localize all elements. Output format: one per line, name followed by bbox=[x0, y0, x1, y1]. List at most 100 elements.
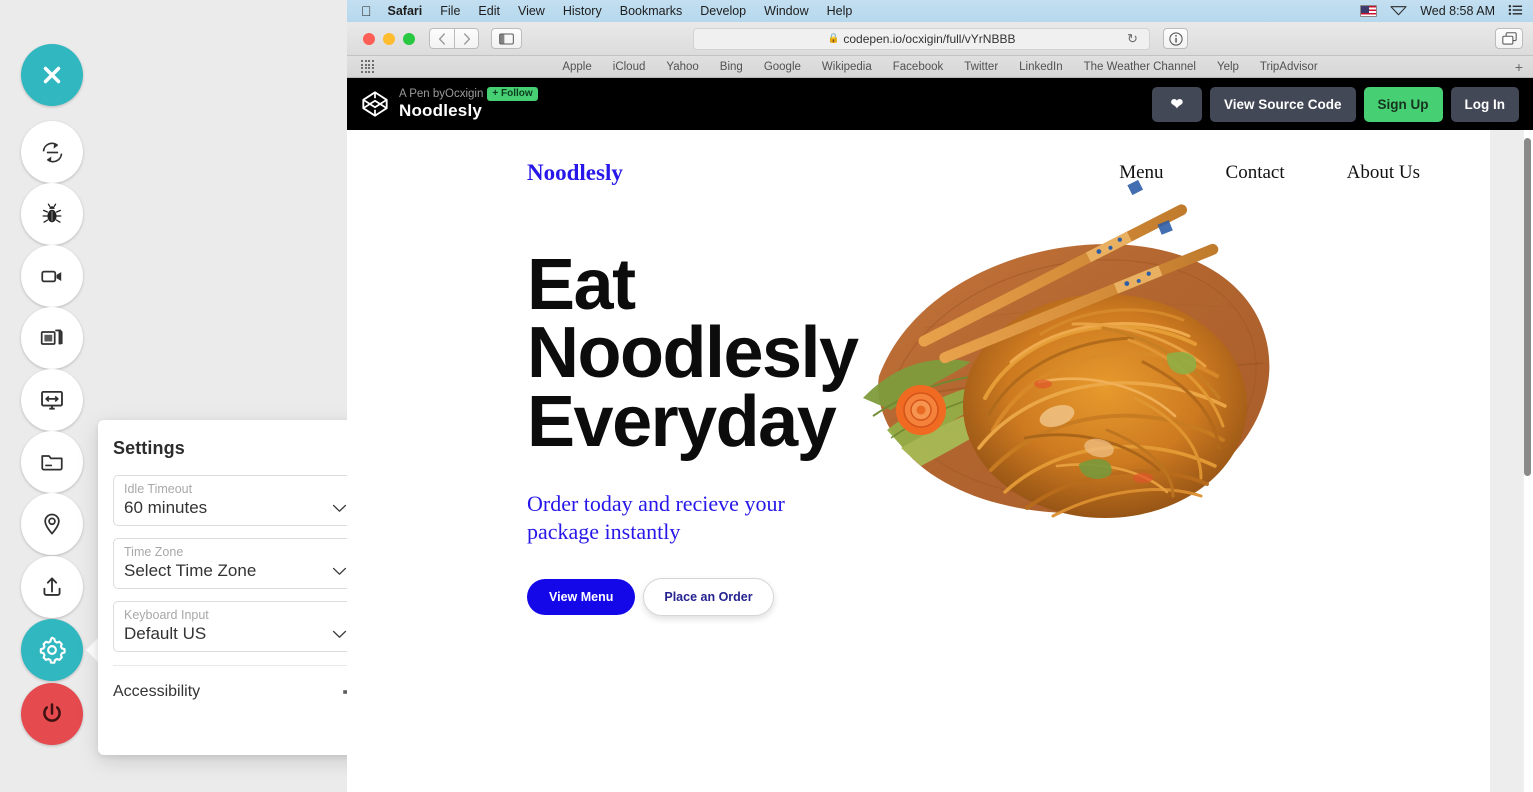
page-scrollbar-thumb[interactable] bbox=[1524, 138, 1531, 476]
bookmark-google[interactable]: Google bbox=[764, 61, 801, 73]
log-in-button[interactable]: Log In bbox=[1450, 86, 1519, 122]
copy-images-icon bbox=[40, 329, 63, 345]
bookmark-facebook[interactable]: Facebook bbox=[893, 61, 944, 73]
reload-icon[interactable]: ↻ bbox=[1127, 31, 1138, 47]
upload-icon bbox=[43, 577, 61, 596]
macos-menu-bar:  Safari File Edit View History Bookmark… bbox=[347, 0, 1533, 22]
minimize-window-button[interactable] bbox=[383, 32, 395, 45]
restart-button[interactable] bbox=[21, 121, 83, 183]
idle-timeout-select[interactable]: Idle Timeout 60 minutes bbox=[113, 475, 359, 526]
bookmark-weather-channel[interactable]: The Weather Channel bbox=[1084, 61, 1196, 73]
time-zone-label: Time Zone bbox=[124, 545, 184, 559]
apps-grid-icon[interactable] bbox=[361, 60, 374, 73]
resolution-button[interactable] bbox=[21, 369, 83, 431]
menu-window[interactable]: Window bbox=[764, 4, 808, 18]
page-info-button[interactable] bbox=[1163, 28, 1188, 49]
safari-window:  Safari File Edit View History Bookmark… bbox=[347, 0, 1533, 792]
bookmark-links: Apple iCloud Yahoo Bing Google Wikipedia… bbox=[562, 61, 1317, 73]
bookmark-yelp[interactable]: Yelp bbox=[1217, 61, 1239, 73]
bookmark-apple[interactable]: Apple bbox=[562, 61, 591, 73]
hero-subheadline: Order today and recieve your package ins… bbox=[527, 491, 785, 545]
place-an-order-button[interactable]: Place an Order bbox=[643, 578, 774, 617]
window-controls bbox=[363, 32, 415, 45]
keyboard-input-value: Default US bbox=[124, 624, 207, 643]
page-scrollbar-track[interactable] bbox=[1523, 130, 1533, 792]
screenshot-button[interactable] bbox=[21, 307, 83, 369]
tab-overview-icon bbox=[1501, 32, 1517, 45]
site-brand[interactable]: Noodlesly bbox=[527, 160, 623, 186]
show-sidebar-button[interactable] bbox=[491, 28, 522, 49]
headline-line-3: Everyday bbox=[527, 381, 837, 462]
time-zone-value: Select Time Zone bbox=[124, 561, 257, 580]
view-source-code-button[interactable]: View Source Code bbox=[1209, 86, 1356, 122]
lock-icon: 🔒 bbox=[827, 33, 840, 44]
keyboard-input-select[interactable]: Keyboard Input Default US bbox=[113, 601, 359, 652]
location-button[interactable] bbox=[21, 493, 83, 555]
chevron-right-icon bbox=[463, 32, 470, 45]
bookmark-yahoo[interactable]: Yahoo bbox=[666, 61, 698, 73]
hero-copy: Eat Noodlesly Everyday Order today and r… bbox=[527, 226, 859, 617]
hero-headline: Eat Noodlesly Everyday bbox=[527, 249, 859, 462]
forward-button[interactable] bbox=[454, 28, 479, 49]
hero-food-image bbox=[843, 148, 1313, 568]
view-menu-button[interactable]: View Menu bbox=[527, 579, 636, 616]
keyboard-input-label: Keyboard Input bbox=[124, 608, 209, 622]
menu-file[interactable]: File bbox=[440, 4, 460, 18]
gear-icon bbox=[39, 636, 66, 664]
monitor-resize-icon bbox=[41, 390, 63, 410]
accessibility-row[interactable]: Accessibility bbox=[113, 666, 359, 701]
bug-icon bbox=[42, 203, 62, 223]
follow-button[interactable]: + Follow bbox=[487, 86, 538, 102]
bookmark-twitter[interactable]: Twitter bbox=[964, 61, 998, 73]
power-button[interactable] bbox=[21, 683, 83, 745]
control-center-icon[interactable] bbox=[1508, 4, 1523, 19]
codepen-logo-icon[interactable] bbox=[361, 90, 389, 118]
bookmark-icloud[interactable]: iCloud bbox=[613, 61, 646, 73]
chevron-left-icon bbox=[438, 32, 445, 45]
menu-safari[interactable]: Safari bbox=[388, 4, 423, 18]
menu-bar-clock[interactable]: Wed 8:58 AM bbox=[1420, 4, 1495, 18]
apple-logo-icon[interactable]:  bbox=[361, 4, 372, 18]
codepen-author-line: A Pen byOcxigin + Follow bbox=[399, 86, 538, 102]
headline-line-2: Noodlesly bbox=[527, 313, 859, 394]
menu-history[interactable]: History bbox=[563, 4, 602, 18]
menu-bookmarks[interactable]: Bookmarks bbox=[620, 4, 683, 18]
zoom-window-button[interactable] bbox=[403, 32, 415, 45]
files-button[interactable] bbox=[21, 431, 83, 493]
bookmark-linkedin[interactable]: LinkedIn bbox=[1019, 61, 1062, 73]
settings-title: Settings bbox=[113, 438, 185, 458]
close-session-button[interactable] bbox=[21, 44, 83, 106]
record-button[interactable] bbox=[21, 245, 83, 307]
chevron-down-icon bbox=[332, 630, 347, 639]
nav-link-about-us[interactable]: About Us bbox=[1347, 162, 1420, 184]
upload-button[interactable] bbox=[21, 556, 83, 618]
settings-panel: Settings Idle Timeout 60 minutes Time Zo… bbox=[98, 420, 374, 755]
menu-view[interactable]: View bbox=[518, 4, 545, 18]
bookmark-bing[interactable]: Bing bbox=[720, 61, 743, 73]
sidebar-icon bbox=[499, 33, 514, 44]
bookmark-wikipedia[interactable]: Wikipedia bbox=[822, 61, 872, 73]
browser-toolbar: 🔒 codepen.io/ocxigin/full/vYrNBBB ↻ bbox=[347, 22, 1533, 56]
tab-overview-button[interactable] bbox=[1495, 28, 1523, 49]
url-text: codepen.io/ocxigin/full/vYrNBBB bbox=[843, 31, 1016, 46]
menu-edit[interactable]: Edit bbox=[478, 4, 500, 18]
back-button[interactable] bbox=[429, 28, 454, 49]
close-window-button[interactable] bbox=[363, 32, 375, 45]
chevron-down-icon bbox=[332, 504, 347, 513]
wifi-icon[interactable] bbox=[1390, 4, 1407, 19]
accessibility-label: Accessibility bbox=[113, 683, 201, 700]
us-flag-icon[interactable] bbox=[1360, 5, 1378, 17]
sign-up-button[interactable]: Sign Up bbox=[1363, 86, 1443, 122]
menu-help[interactable]: Help bbox=[827, 4, 853, 18]
new-tab-button[interactable]: + bbox=[1515, 59, 1523, 75]
hero-cta-row: View Menu Place an Order bbox=[527, 578, 857, 617]
noodlesly-page: Noodlesly Menu Contact About Us Eat Nood… bbox=[347, 130, 1480, 792]
menu-develop[interactable]: Develop bbox=[700, 4, 746, 18]
idle-timeout-label: Idle Timeout bbox=[124, 482, 193, 496]
bookmark-tripadvisor[interactable]: TripAdvisor bbox=[1260, 61, 1318, 73]
debug-button[interactable] bbox=[21, 183, 83, 245]
address-bar[interactable]: 🔒 codepen.io/ocxigin/full/vYrNBBB bbox=[693, 27, 1150, 50]
love-pen-button[interactable]: ❤ bbox=[1151, 86, 1202, 122]
settings-button[interactable] bbox=[21, 619, 83, 681]
time-zone-select[interactable]: Time Zone Select Time Zone bbox=[113, 538, 359, 589]
